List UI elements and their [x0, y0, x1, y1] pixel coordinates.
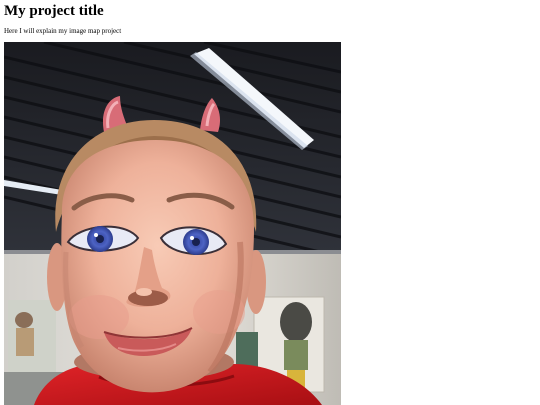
- image-map[interactable]: [4, 42, 341, 405]
- page: My project title Here I will explain my …: [0, 0, 540, 405]
- head-sculpture-photo[interactable]: [4, 42, 341, 405]
- page-title: My project title: [4, 3, 104, 19]
- page-description: Here I will explain my image map project: [4, 27, 122, 35]
